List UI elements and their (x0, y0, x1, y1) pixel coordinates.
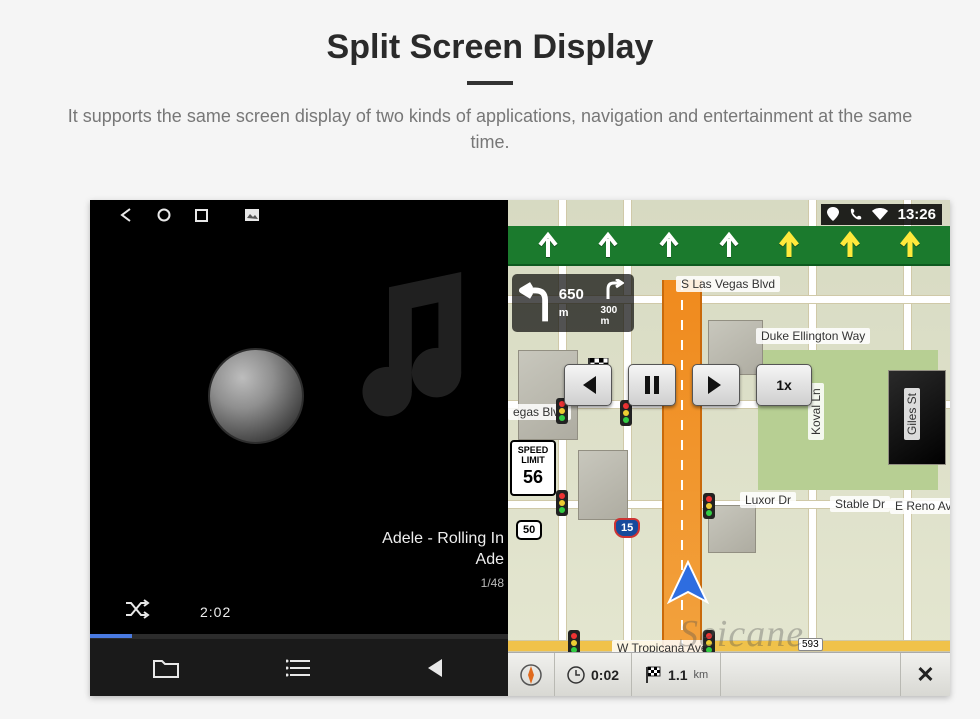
watermark: Seicane (679, 612, 804, 656)
lane-arrow-highlight-icon (777, 231, 801, 259)
page-title: Split Screen Display (0, 0, 980, 67)
previous-button[interactable] (402, 657, 462, 679)
playlist-button[interactable] (269, 658, 329, 678)
turn-left-icon (518, 282, 555, 324)
close-button[interactable]: ✕ (900, 653, 950, 696)
lane-guidance (508, 226, 950, 266)
lane-arrow-icon (717, 231, 741, 259)
phone-icon (849, 208, 862, 221)
remaining-distance: 1.1 (668, 667, 687, 683)
remaining-distance-unit: km (694, 669, 709, 681)
wifi-icon (872, 208, 888, 220)
sim-prev-button[interactable] (564, 364, 612, 406)
progress-bar[interactable] (90, 634, 508, 638)
label-duke: Duke Ellington Way (756, 328, 870, 344)
folder-button[interactable] (136, 657, 196, 679)
track-title: Adele - Rolling In (90, 528, 504, 550)
elapsed-time: 2:02 (200, 604, 231, 620)
sim-speed-button[interactable]: 1x (756, 364, 812, 406)
lane-arrow-highlight-icon (898, 231, 922, 259)
clock-icon (567, 666, 585, 684)
label-stable: Stable Dr (830, 496, 890, 512)
home-icon[interactable] (156, 207, 172, 223)
sim-controls: 1x (564, 364, 812, 406)
location-icon (827, 207, 839, 221)
picture-icon[interactable] (245, 209, 259, 221)
turn-distance-sub-unit: m (601, 316, 610, 327)
nav-bottom-bar: 0:02 1.1 km ✕ (508, 652, 950, 696)
eta-segment[interactable]: 0:02 (555, 653, 632, 696)
speed-limit-sign: SPEED LIMIT 56 (510, 440, 556, 496)
label-giles: Giles St (904, 388, 920, 440)
device-screenshot: Adele - Rolling In Ade 1/48 2:02 (90, 200, 950, 696)
turn-distance-sub: 300 (601, 305, 618, 316)
flag-icon (644, 666, 662, 684)
album-art-area (90, 230, 508, 528)
eta-value: 0:02 (591, 667, 619, 683)
sim-next-button[interactable] (692, 364, 740, 406)
lane-arrow-highlight-icon (838, 231, 862, 259)
vehicle-cursor-icon (665, 560, 711, 611)
music-note-icon (278, 238, 538, 458)
music-pane: Adele - Rolling In Ade 1/48 2:02 (90, 200, 508, 696)
turn-panel[interactable]: 650 m 300 m (512, 274, 634, 332)
back-icon[interactable] (118, 207, 134, 223)
shuffle-icon[interactable] (124, 599, 150, 624)
label-reno: E Reno Ave (890, 498, 950, 514)
turn-distance-main: 650 (559, 286, 584, 303)
label-luxor: Luxor Dr (740, 492, 796, 508)
track-metadata: Adele - Rolling In Ade 1/48 (90, 528, 508, 591)
track-index: 1/48 (90, 575, 504, 591)
distance-segment[interactable]: 1.1 km (632, 653, 721, 696)
label-s-las-vegas: S Las Vegas Blvd (676, 276, 780, 292)
compass-button[interactable] (508, 653, 555, 696)
virtual-joystick[interactable] (208, 348, 304, 444)
title-underline (467, 81, 513, 85)
shield-interstate: 15 (614, 518, 640, 538)
speed-limit-label: SPEED LIMIT (518, 445, 549, 465)
clock: 13:26 (898, 206, 936, 223)
navigation-pane: S Las Vegas Blvd Duke Ellington Way W Tr… (508, 200, 950, 696)
turn-right-sub-icon (604, 279, 624, 301)
track-artist: Ade (90, 549, 504, 571)
speed-limit-value: 56 (512, 468, 554, 488)
recents-icon[interactable] (194, 208, 209, 223)
turn-distance-main-unit: m (559, 307, 569, 319)
page-subtitle: It supports the same screen display of t… (55, 103, 925, 155)
lane-arrow-icon (536, 231, 560, 259)
android-nav-bar (90, 200, 508, 230)
transport-row: 2:02 (90, 591, 508, 634)
shield-us-route: 50 (516, 520, 542, 540)
sim-pause-button[interactable] (628, 364, 676, 406)
player-bottom-bar (90, 638, 508, 696)
android-status-bar: 13:26 (508, 200, 950, 228)
lane-arrow-icon (596, 231, 620, 259)
lane-arrow-icon (657, 231, 681, 259)
